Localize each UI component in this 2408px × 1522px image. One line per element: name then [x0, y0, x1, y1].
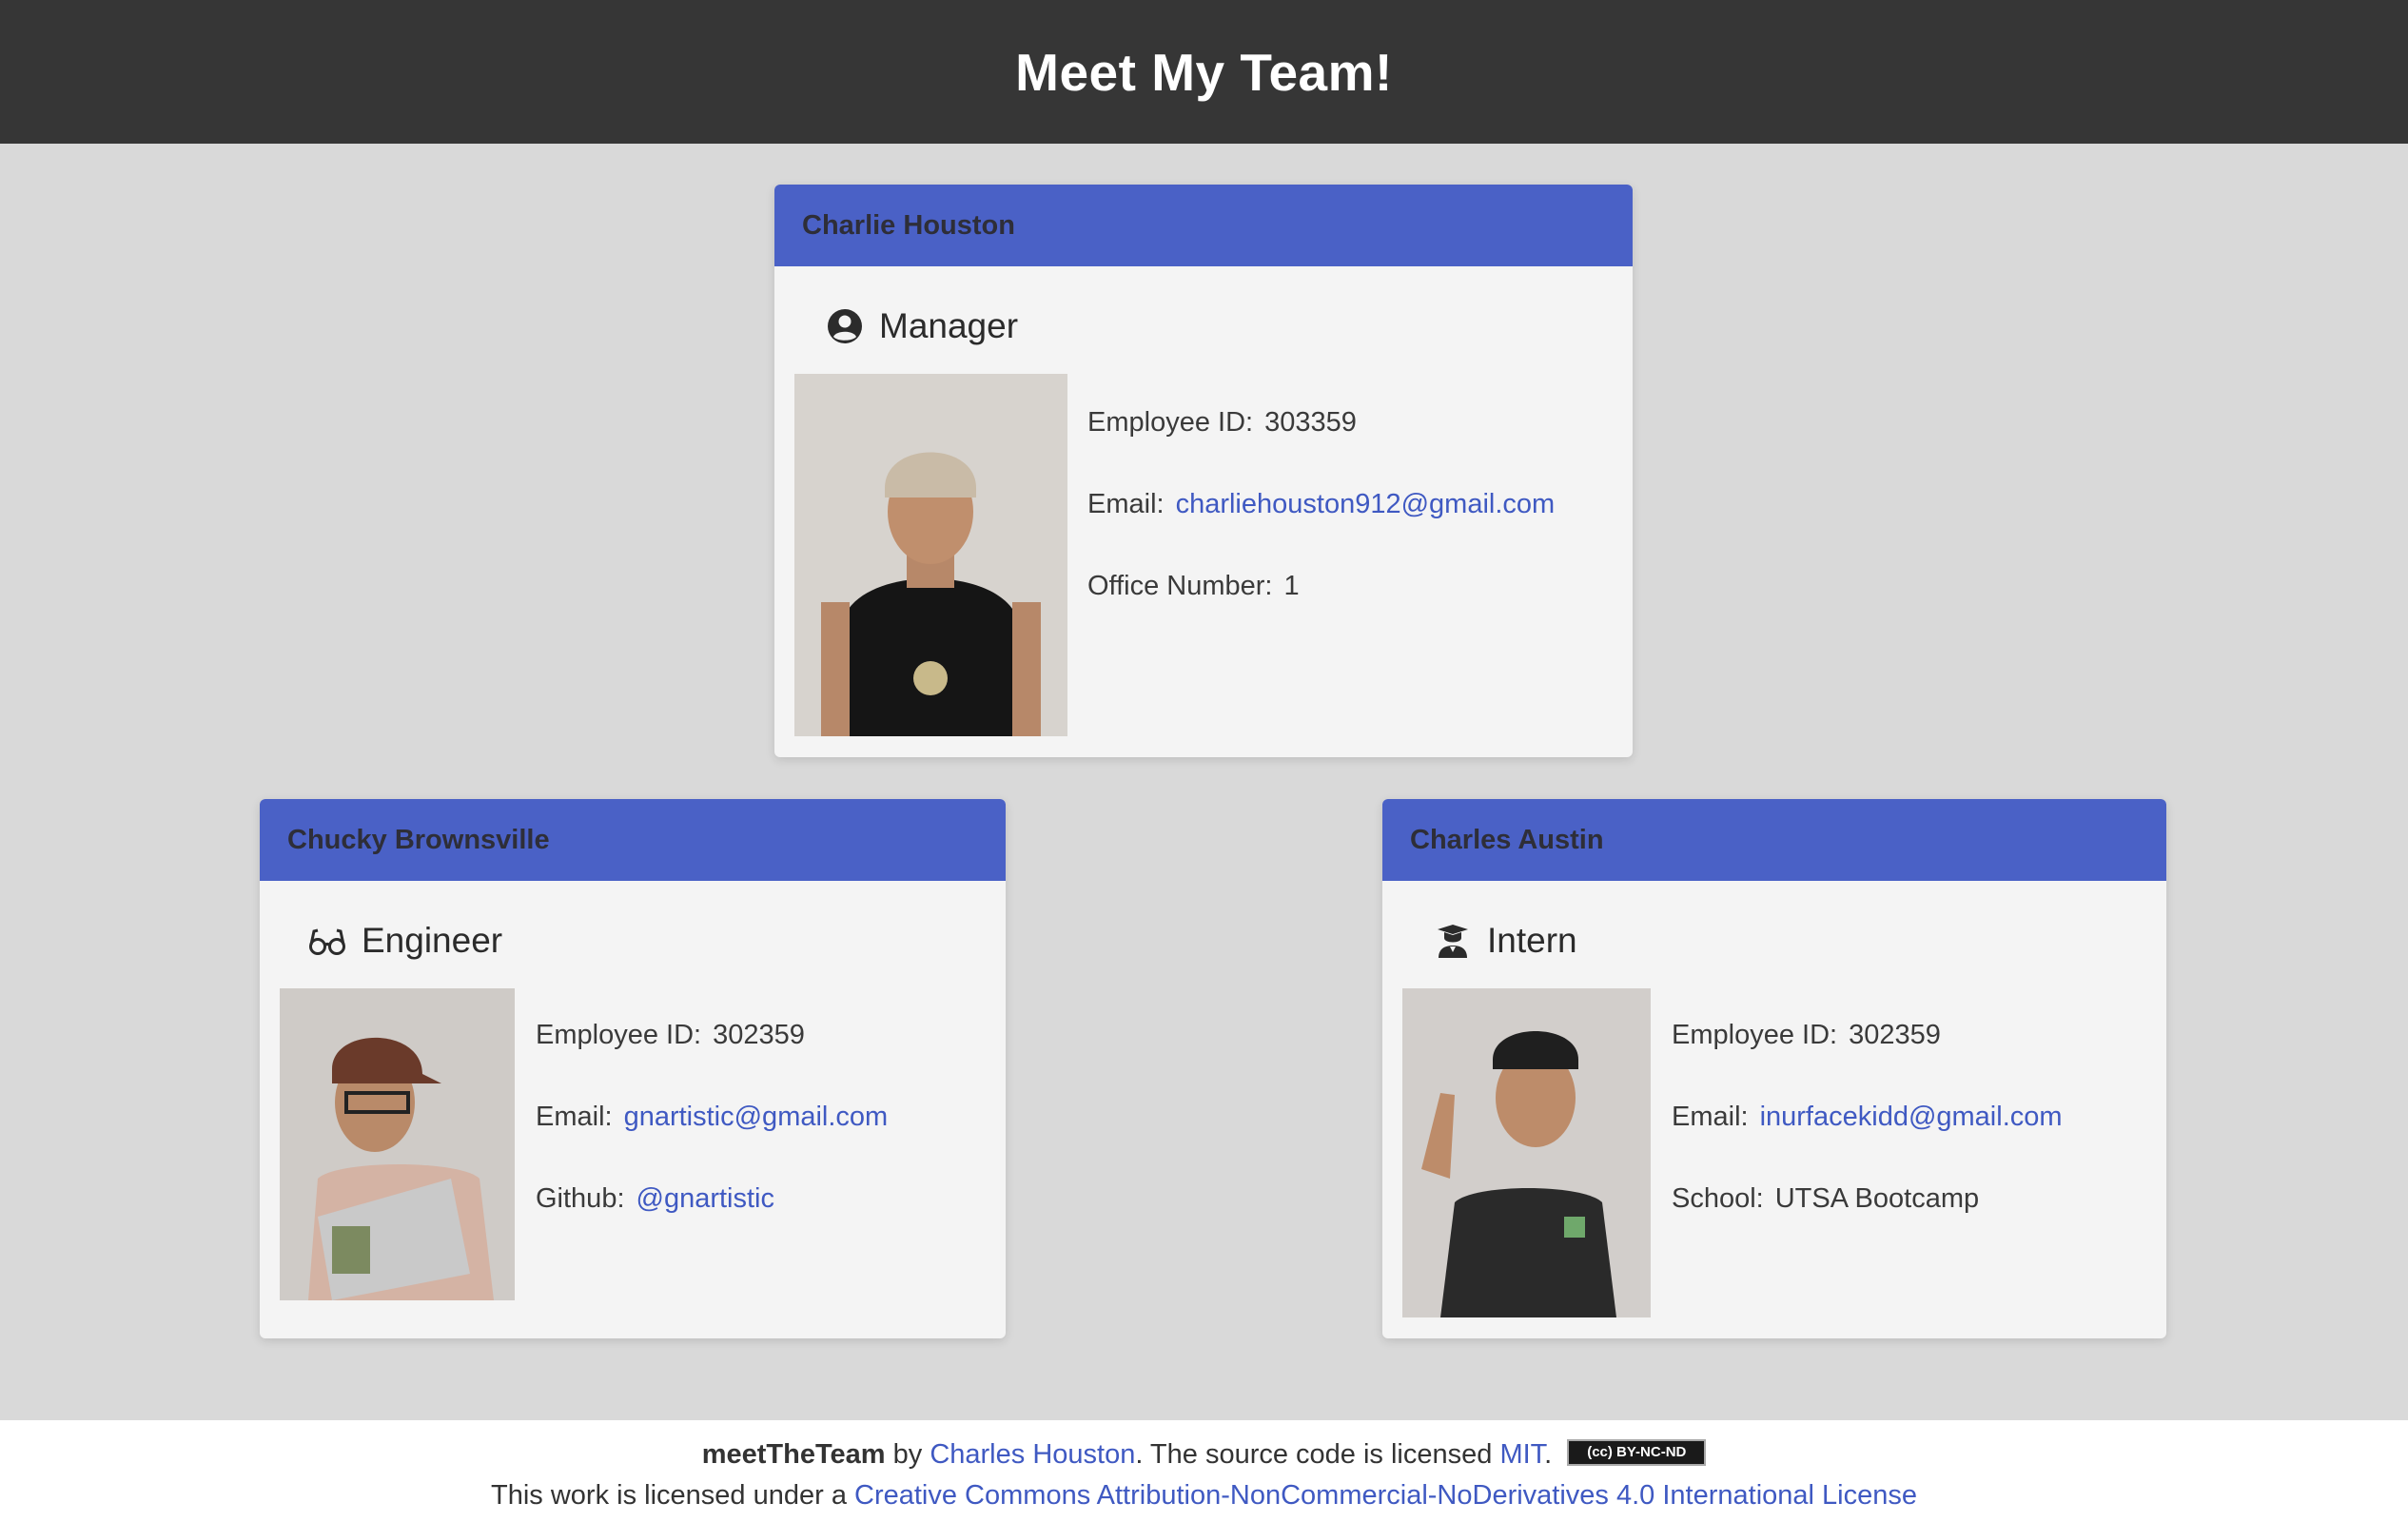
- user-circle-icon: [828, 309, 862, 343]
- github-label: Github:: [536, 1183, 625, 1214]
- employee-name: Charlie Houston: [802, 209, 1015, 241]
- email-link[interactable]: inurfacekidd@gmail.com: [1760, 1102, 2063, 1132]
- employee-photo: [1402, 988, 1651, 1317]
- office-number-row: Office Number: 1: [1087, 571, 1300, 602]
- cc-license-link[interactable]: Creative Commons Attribution-NonCommerci…: [854, 1480, 1917, 1511]
- role-label: Manager: [879, 306, 1019, 345]
- employee-name: Chucky Brownsville: [287, 824, 550, 855]
- email-label: Email:: [1672, 1102, 1749, 1132]
- employee-id-row: Employee ID: 302359: [1672, 1020, 1941, 1051]
- intern-card: Charles Austin Intern Employee ID: 302359…: [1382, 799, 2166, 1338]
- github-link[interactable]: @gnartistic: [636, 1183, 774, 1214]
- employee-id-value: 302359: [713, 1020, 805, 1050]
- school-label: School:: [1672, 1183, 1764, 1214]
- manager-card: Charlie Houston Manager Employee ID: 3033…: [774, 185, 1633, 757]
- email-row: Email: inurfacekidd@gmail.com: [1672, 1102, 2063, 1133]
- role-title: Manager: [826, 306, 1018, 346]
- author-link[interactable]: Charles Houston: [930, 1439, 1135, 1470]
- employee-id-label: Employee ID:: [1672, 1020, 1838, 1050]
- office-number-value: 1: [1283, 571, 1300, 601]
- employee-photo: [794, 374, 1067, 736]
- page-header: Meet My Team!: [0, 0, 2408, 144]
- employee-photo: [280, 988, 515, 1300]
- license-prefix: This work is licensed under a: [491, 1480, 847, 1511]
- school-value: UTSA Bootcamp: [1774, 1183, 1980, 1214]
- employee-id-value: 303359: [1264, 407, 1357, 438]
- footer-line-2: This work is licensed under a Creative C…: [0, 1480, 2408, 1512]
- employee-info: Employee ID: 302359 Email: inurfacekidd@gm…: [1672, 799, 2147, 1338]
- employee-info: Employee ID: 302359 Email: gnartistic@gmai…: [536, 799, 992, 1338]
- email-link[interactable]: gnartistic@gmail.com: [624, 1102, 889, 1132]
- footer-line-1: meetTheTeam by Charles Houston. The sour…: [0, 1439, 2408, 1471]
- role-title: Intern: [1434, 921, 1577, 961]
- mit-license-link[interactable]: MIT: [1499, 1439, 1544, 1470]
- employee-name: Charles Austin: [1410, 824, 1604, 855]
- email-row: Email: gnartistic@gmail.com: [536, 1102, 888, 1133]
- engineer-card: Chucky Brownsville Engineer Employee ID:…: [260, 799, 1006, 1338]
- email-row: Email: charliehouston912@gmail.com: [1087, 489, 1555, 520]
- employee-id-label: Employee ID:: [536, 1020, 702, 1050]
- licensed-text: . The source code is licensed: [1135, 1439, 1493, 1470]
- role-label: Intern: [1487, 921, 1577, 960]
- glasses-icon: [309, 928, 345, 955]
- role-label: Engineer: [362, 921, 503, 960]
- cc-license-badge[interactable]: (cc) BY-NC-ND: [1567, 1439, 1707, 1467]
- employee-id-value: 302359: [1849, 1020, 1941, 1050]
- employee-id-label: Employee ID:: [1087, 407, 1254, 438]
- period-text: .: [1544, 1439, 1553, 1470]
- employee-info: Employee ID: 303359 Email: charliehouston9…: [1087, 185, 1620, 757]
- role-title: Engineer: [308, 921, 502, 961]
- page-title: Meet My Team!: [1015, 42, 1393, 102]
- employee-id-row: Employee ID: 303359: [1087, 407, 1357, 439]
- github-row: Github: @gnartistic: [536, 1183, 774, 1215]
- email-label: Email:: [1087, 489, 1165, 519]
- by-text: by: [892, 1439, 923, 1470]
- page-footer: meetTheTeam by Charles Houston. The sour…: [0, 1420, 2408, 1522]
- graduate-icon: [1438, 925, 1468, 958]
- project-name: meetTheTeam: [701, 1439, 886, 1470]
- email-label: Email:: [536, 1102, 613, 1132]
- school-row: School: UTSA Bootcamp: [1672, 1183, 1979, 1215]
- office-number-label: Office Number:: [1087, 571, 1273, 601]
- employee-id-row: Employee ID: 302359: [536, 1020, 805, 1051]
- email-link[interactable]: charliehouston912@gmail.com: [1176, 489, 1556, 519]
